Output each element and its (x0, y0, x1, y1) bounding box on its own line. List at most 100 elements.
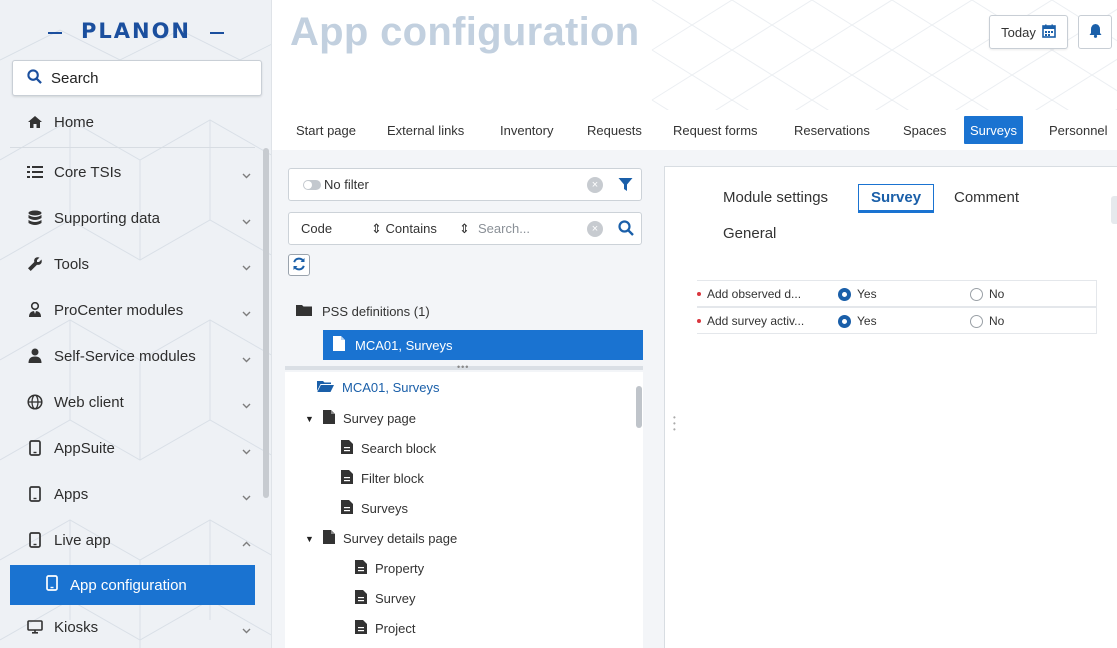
tree-node-filter-block[interactable]: Filter block (341, 470, 424, 487)
today-button[interactable]: Today (989, 15, 1068, 49)
tree-node-label: Filter block (361, 471, 424, 486)
caret-down-icon[interactable]: ▼ (305, 414, 315, 424)
sidebar-item-label: Core TSIs (54, 163, 122, 181)
sidebar-search[interactable]: Search (12, 60, 262, 96)
sidebar-item-label: Apps (54, 485, 89, 503)
required-indicator (697, 318, 701, 323)
tab-surveys[interactable]: Surveys (964, 116, 1023, 144)
folder-icon (296, 304, 312, 319)
sidebar-item-app-configuration[interactable]: App configuration (10, 565, 255, 605)
tree-node-project[interactable]: Project (355, 620, 415, 637)
sidebar-item-label: Live app (54, 531, 111, 549)
radio-yes[interactable]: Yes (838, 287, 877, 301)
caret-down-icon[interactable]: ▼ (305, 534, 315, 544)
sidebar-item-live-app[interactable]: Live app (0, 517, 265, 563)
globe-icon (26, 393, 44, 411)
tree-node-property[interactable]: Property (355, 560, 424, 577)
tree-node-label: Survey (375, 591, 416, 606)
tab-request-forms[interactable]: Request forms (667, 116, 764, 144)
filter-toggle[interactable] (303, 180, 321, 190)
search-icon (27, 69, 42, 87)
tab-general[interactable]: General (723, 225, 776, 242)
tab-module-settings[interactable]: Module settings (723, 189, 828, 206)
radio-no[interactable]: No (970, 314, 1004, 328)
tab-survey[interactable]: Survey (858, 184, 935, 213)
tree-node-label: Surveys (361, 501, 408, 516)
search-label: Search (51, 69, 99, 87)
panel-collapse-handle[interactable] (1111, 196, 1117, 224)
sidebar-scrollbar[interactable] (263, 148, 269, 498)
radio-no[interactable]: No (970, 287, 1004, 301)
chevron-down-icon (242, 212, 251, 229)
chevron-down-icon (242, 442, 251, 459)
tree-node-root[interactable]: MCA01, Surveys (317, 380, 440, 395)
search-icon[interactable] (618, 220, 634, 239)
tree-node-survey-details-page[interactable]: ▼ Survey details page (305, 530, 457, 547)
user-tie-icon (26, 301, 44, 319)
tree-node-search-block[interactable]: Search block (341, 440, 436, 457)
tree-root-folder[interactable]: PSS definitions (1) (296, 304, 430, 319)
logo-line-right (210, 32, 224, 34)
chevron-down-icon (242, 166, 251, 183)
document-icon (355, 560, 367, 577)
page-title: App configuration (290, 10, 640, 54)
tree-scrollbar[interactable] (636, 386, 642, 428)
clear-filter-icon[interactable]: × (587, 177, 603, 193)
required-indicator (697, 291, 701, 296)
home-icon (26, 113, 44, 131)
filter-bar[interactable]: No filter × (288, 168, 642, 201)
document-icon (341, 500, 353, 517)
bell-icon (1089, 23, 1102, 41)
search-operator-select[interactable]: ⇕ Contains (371, 221, 437, 237)
search-input[interactable]: Search... (478, 221, 530, 236)
user-icon (26, 347, 44, 365)
sidebar-item-apps[interactable]: Apps (0, 471, 265, 517)
monitor-icon (26, 618, 44, 636)
vertical-splitter[interactable]: • • • (673, 414, 679, 439)
definitions-panel: No filter × Code ⇕ Contains ⇕ Search... … (272, 150, 652, 648)
notifications-button[interactable] (1078, 15, 1112, 49)
tab-comment[interactable]: Comment (954, 189, 1019, 206)
sidebar-item-procenter-modules[interactable]: ProCenter modules (0, 287, 265, 333)
search-field-select[interactable]: Code (301, 221, 332, 236)
sidebar-item-self-service-modules[interactable]: Self-Service modules (0, 333, 265, 379)
mobile-icon (46, 575, 58, 595)
tab-external-links[interactable]: External links (381, 116, 470, 144)
clear-search-icon[interactable]: × (587, 221, 603, 237)
refresh-button[interactable] (288, 254, 310, 276)
tab-personnel[interactable]: Personnel (1043, 116, 1114, 144)
tab-start-page[interactable]: Start page (290, 116, 362, 144)
sidebar-item-supporting-data[interactable]: Supporting data (0, 195, 265, 241)
selected-definition[interactable]: MCA01, Surveys (323, 330, 643, 360)
sidebar-item-home[interactable]: Home (0, 99, 265, 145)
radio-yes[interactable]: Yes (838, 314, 877, 328)
sidebar-item-web-client[interactable]: Web client (0, 379, 265, 425)
list-icon (26, 163, 44, 181)
page-icon (323, 410, 335, 427)
horizontal-splitter[interactable]: ••• (285, 362, 643, 372)
radio-label: No (989, 314, 1005, 328)
sidebar-item-appsuite[interactable]: AppSuite (0, 425, 265, 471)
filter-icon[interactable] (618, 177, 633, 195)
radio-unselected-icon (970, 314, 983, 328)
tree-node-survey-page[interactable]: ▼ Survey page (305, 410, 416, 427)
sidebar: PLANON Search Home Core TSIs Supporting … (0, 0, 272, 648)
tab-requests[interactable]: Requests (581, 116, 648, 144)
tab-spaces[interactable]: Spaces (897, 116, 952, 144)
tree-node-surveys[interactable]: Surveys (341, 500, 408, 517)
sidebar-item-kiosks[interactable]: Kiosks (0, 604, 265, 648)
tab-inventory[interactable]: Inventory (494, 116, 559, 144)
radio-selected-icon (838, 287, 851, 301)
sidebar-item-label: App configuration (70, 576, 187, 594)
sidebar-item-tools[interactable]: Tools (0, 241, 265, 287)
chevron-up-icon (242, 534, 251, 551)
tab-reservations[interactable]: Reservations (788, 116, 876, 144)
today-label: Today (1001, 24, 1036, 40)
planon-logo[interactable]: PLANON (48, 16, 224, 50)
field-label: Add survey activ... (707, 313, 805, 328)
tree-node-survey[interactable]: Survey (355, 590, 415, 607)
document-icon (341, 470, 353, 487)
selected-definition-label: MCA01, Surveys (355, 337, 453, 353)
wrench-icon (26, 255, 44, 273)
sidebar-item-core-tsis[interactable]: Core TSIs (0, 149, 265, 195)
